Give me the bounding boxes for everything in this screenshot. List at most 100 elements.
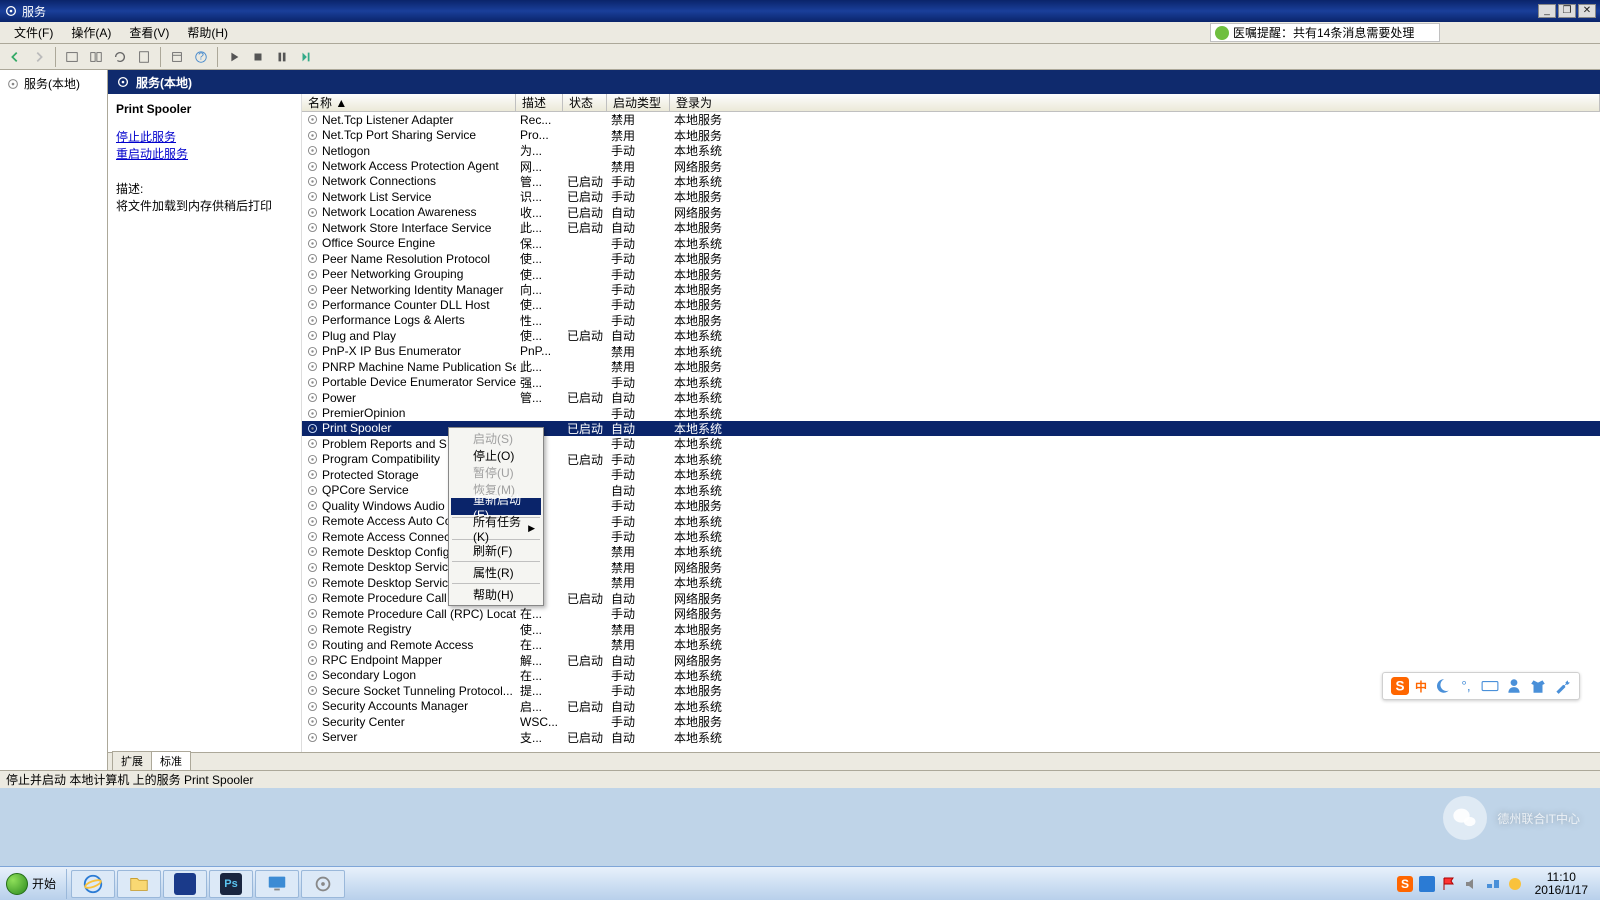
tray-volume-icon[interactable]: [1463, 876, 1479, 892]
menu-action[interactable]: 操作(A): [63, 22, 119, 43]
restore-button[interactable]: ❐: [1558, 4, 1576, 18]
workspace: 服务(本地) 服务(本地) Print Spooler 停止此服务 重启动此服务…: [0, 70, 1600, 770]
close-button[interactable]: ✕: [1578, 4, 1596, 18]
taskbar-ie[interactable]: [71, 870, 115, 898]
restart-service-link[interactable]: 重启动此服务: [116, 145, 293, 162]
service-row[interactable]: Remote Registry使...禁用本地服务: [302, 621, 1600, 636]
menu-file[interactable]: 文件(F): [6, 22, 61, 43]
service-row[interactable]: Security CenterWSC...手动本地服务: [302, 714, 1600, 729]
restart-service-button[interactable]: [295, 46, 317, 68]
taskbar-app-monitor[interactable]: [255, 870, 299, 898]
content-header-label: 服务(本地): [136, 74, 192, 91]
col-name[interactable]: 名称 ▲: [302, 94, 516, 111]
moon-icon[interactable]: [1433, 677, 1451, 695]
service-row[interactable]: Routing and Remote Access在...禁用本地系统: [302, 637, 1600, 652]
service-row[interactable]: PnP-X IP Bus EnumeratorPnP...禁用本地系统: [302, 344, 1600, 359]
context-item: 启动(S): [451, 430, 541, 447]
context-item[interactable]: 帮助(H): [451, 586, 541, 603]
tab-standard[interactable]: 标准: [151, 751, 191, 770]
menu-help[interactable]: 帮助(H): [179, 22, 236, 43]
toolbar-icon-2[interactable]: [85, 46, 107, 68]
gear-icon: [6, 77, 20, 91]
status-text: 停止并启动 本地计算机 上的服务 Print Spooler: [6, 771, 253, 788]
service-row[interactable]: PNRP Machine Name Publication Se...此...禁…: [302, 359, 1600, 374]
tab-extended[interactable]: 扩展: [112, 751, 152, 770]
context-item: 暂停(U): [451, 464, 541, 481]
sogou-icon[interactable]: S: [1391, 677, 1409, 695]
service-row[interactable]: Network Location Awareness收...已启动自动网络服务: [302, 205, 1600, 220]
tray-clock[interactable]: 11:10 2016/1/17: [1529, 871, 1594, 897]
start-button[interactable]: 开始: [0, 869, 67, 899]
gear-icon: [116, 75, 130, 89]
taskbar-photoshop[interactable]: Ps: [209, 870, 253, 898]
context-item[interactable]: 刷新(F): [451, 542, 541, 559]
context-item[interactable]: 所有任务(K)▶: [451, 520, 541, 537]
forward-button[interactable]: [28, 46, 50, 68]
service-row[interactable]: Network Store Interface Service此...已启动自动…: [302, 220, 1600, 235]
clock-time: 11:10: [1535, 871, 1588, 884]
start-service-button[interactable]: [223, 46, 245, 68]
service-row[interactable]: Net.Tcp Listener AdapterRec...禁用本地服务: [302, 112, 1600, 127]
export-button[interactable]: [133, 46, 155, 68]
shirt-icon[interactable]: [1529, 677, 1547, 695]
tree-root-services-local[interactable]: 服务(本地): [4, 74, 103, 93]
tray-icon-6[interactable]: [1507, 876, 1523, 892]
detail-pane: Print Spooler 停止此服务 重启动此服务 描述: 将文件加载到内存供…: [108, 94, 302, 752]
service-row[interactable]: PremierOpinion手动本地系统: [302, 405, 1600, 420]
service-row[interactable]: Network Connections管...已启动手动本地系统: [302, 174, 1600, 189]
back-button[interactable]: [4, 46, 26, 68]
service-row[interactable]: Security Accounts Manager启...已启动自动本地系统: [302, 699, 1600, 714]
col-status[interactable]: 状态: [563, 94, 607, 111]
tray-flag-icon[interactable]: [1441, 876, 1457, 892]
tray-network-icon[interactable]: [1485, 876, 1501, 892]
context-menu: 启动(S)停止(O)暂停(U)恢复(M)重新启动(E)所有任务(K)▶刷新(F)…: [448, 427, 544, 606]
description-label: 描述:: [116, 180, 293, 197]
wrench-icon[interactable]: [1553, 677, 1571, 695]
taskbar-app-blue[interactable]: [163, 870, 207, 898]
pause-service-button[interactable]: [271, 46, 293, 68]
ime-lang[interactable]: 中: [1415, 678, 1427, 695]
service-row[interactable]: Peer Networking Grouping使...手动本地服务: [302, 266, 1600, 281]
service-row[interactable]: Performance Counter DLL Host使...手动本地服务: [302, 297, 1600, 312]
tray-sogou-icon[interactable]: S: [1397, 876, 1413, 892]
context-item[interactable]: 停止(O): [451, 447, 541, 464]
col-desc[interactable]: 描述: [516, 94, 563, 111]
properties-button[interactable]: [166, 46, 188, 68]
refresh-button[interactable]: [109, 46, 131, 68]
service-row[interactable]: Office Source Engine保...手动本地系统: [302, 236, 1600, 251]
col-logon[interactable]: 登录为: [670, 94, 1600, 111]
stop-service-link[interactable]: 停止此服务: [116, 128, 293, 145]
minimize-button[interactable]: _: [1538, 4, 1556, 18]
service-row[interactable]: Performance Logs & Alerts性...手动本地服务: [302, 313, 1600, 328]
service-row[interactable]: Network List Service识...已启动手动本地服务: [302, 189, 1600, 204]
person-icon[interactable]: [1505, 677, 1523, 695]
service-row[interactable]: Net.Tcp Port Sharing ServicePro...禁用本地服务: [302, 127, 1600, 142]
notice-text: 医嘱提醒：共有14条消息需要处理: [1233, 24, 1414, 41]
stop-service-button[interactable]: [247, 46, 269, 68]
col-startup-type[interactable]: 启动类型: [607, 94, 670, 111]
ime-toolbar[interactable]: S 中 °,: [1382, 672, 1580, 700]
toolbar: ?: [0, 44, 1600, 70]
help-button[interactable]: ?: [190, 46, 212, 68]
service-row[interactable]: Plug and Play使...已启动自动本地系统: [302, 328, 1600, 343]
service-row[interactable]: Peer Name Resolution Protocol使...手动本地服务: [302, 251, 1600, 266]
punct-icon[interactable]: °,: [1457, 677, 1475, 695]
keyboard-icon[interactable]: [1481, 677, 1499, 695]
service-row[interactable]: Server支...已启动自动本地系统: [302, 730, 1600, 745]
service-row[interactable]: Netlogon为...手动本地系统: [302, 143, 1600, 158]
service-row[interactable]: Network Access Protection Agent网...禁用网络服…: [302, 158, 1600, 173]
service-row[interactable]: Power管...已启动自动本地系统: [302, 390, 1600, 405]
menu-view[interactable]: 查看(V): [121, 22, 177, 43]
context-item[interactable]: 属性(R): [451, 564, 541, 581]
svg-text:?: ?: [198, 50, 204, 62]
taskbar-services[interactable]: [301, 870, 345, 898]
toolbar-icon-1[interactable]: [61, 46, 83, 68]
service-row[interactable]: RPC Endpoint Mapper解...已启动自动网络服务: [302, 652, 1600, 667]
taskbar-explorer[interactable]: [117, 870, 161, 898]
service-row[interactable]: Remote Procedure Call (RPC) Locator在...手…: [302, 606, 1600, 621]
service-row[interactable]: Portable Device Enumerator Service强...手动…: [302, 374, 1600, 389]
tray-icon-2[interactable]: [1419, 876, 1435, 892]
service-row[interactable]: Peer Networking Identity Manager向...手动本地…: [302, 282, 1600, 297]
notice-bar[interactable]: 医嘱提醒：共有14条消息需要处理: [1210, 23, 1440, 42]
tree-root-label: 服务(本地): [24, 75, 80, 92]
